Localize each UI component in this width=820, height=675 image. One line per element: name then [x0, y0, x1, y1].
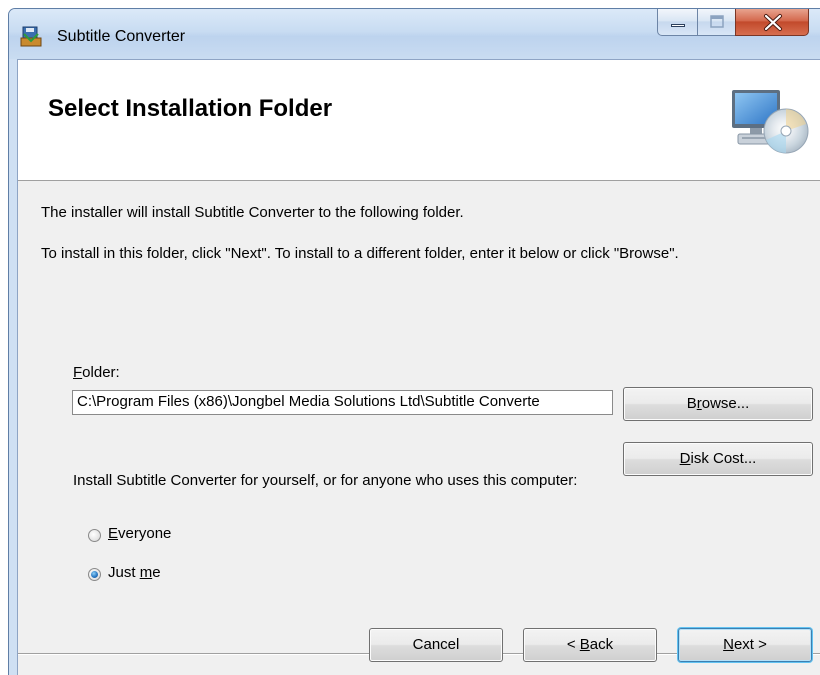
page-title: Select Installation Folder [48, 95, 333, 122]
maximize-button[interactable] [697, 9, 736, 36]
intro-line-1: The installer will install Subtitle Conv… [41, 204, 464, 221]
installer-icon [19, 24, 43, 48]
installer-window: Subtitle Converter Select Installation F… [8, 8, 820, 675]
install-for-prompt: Install Subtitle Converter for yourself,… [73, 472, 578, 489]
radio-button[interactable] [88, 529, 101, 542]
close-icon [764, 14, 782, 31]
radio-button[interactable] [88, 568, 101, 581]
radio-label-everyone[interactable]: Everyone [108, 525, 171, 542]
folder-path-input[interactable]: C:\Program Files (x86)\Jongbel Media Sol… [72, 390, 613, 415]
minimize-button[interactable] [657, 9, 698, 36]
next-button[interactable]: Next > [678, 628, 812, 662]
radio-selected-dot [91, 571, 98, 578]
back-button[interactable]: < Back [523, 628, 657, 662]
disk-cost-button[interactable]: Disk Cost... [623, 442, 813, 476]
minimize-icon [671, 24, 685, 27]
window-title: Subtitle Converter [57, 28, 186, 45]
dialog-client-area: Select Installation Folder The installer… [17, 59, 820, 675]
intro-line-2: To install in this folder, click "Next".… [41, 245, 679, 262]
close-button[interactable] [735, 9, 809, 36]
cancel-button[interactable]: Cancel [369, 628, 503, 662]
maximize-icon [710, 15, 724, 28]
title-bar[interactable]: Subtitle Converter [9, 9, 820, 59]
computer-cd-icon [730, 86, 812, 158]
browse-button[interactable]: Browse... [623, 387, 813, 421]
radio-label-just-me[interactable]: Just me [108, 564, 161, 581]
header-banner: Select Installation Folder [18, 60, 820, 181]
folder-label: Folder: [73, 364, 120, 381]
